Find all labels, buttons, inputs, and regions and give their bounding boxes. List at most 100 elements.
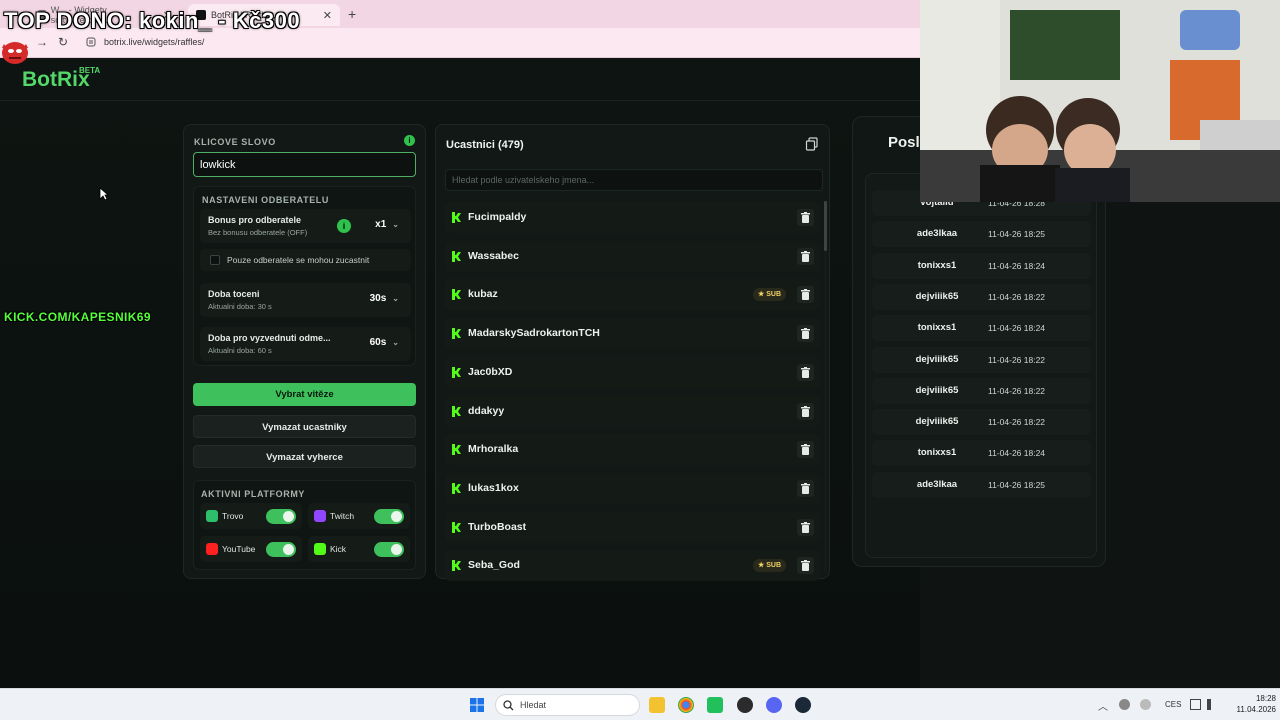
bonus-info-icon[interactable]: i bbox=[337, 219, 351, 233]
new-tab-button[interactable]: + bbox=[348, 6, 356, 22]
participant-row[interactable]: MadarskySadrokartonTCH bbox=[445, 318, 820, 350]
delete-participant-button[interactable] bbox=[797, 557, 814, 575]
delete-participant-button[interactable] bbox=[797, 518, 814, 536]
platform-kick: Kick bbox=[308, 536, 410, 562]
clock-time[interactable]: 18:28 bbox=[1232, 694, 1276, 703]
claim-time-select[interactable]: 60s ⌄ bbox=[370, 337, 399, 348]
participant-row[interactable]: Jac0bXD bbox=[445, 356, 820, 388]
trovo-toggle[interactable] bbox=[266, 509, 296, 524]
kick-toggle[interactable] bbox=[374, 542, 404, 557]
trash-icon bbox=[801, 482, 810, 494]
participant-row[interactable]: Wassabec bbox=[445, 240, 820, 272]
trash-icon bbox=[801, 560, 810, 572]
bonus-subtitle: Bez bonusu odberatele (OFF) bbox=[208, 228, 308, 237]
back-icon[interactable]: → bbox=[36, 35, 48, 49]
delete-participant-button[interactable] bbox=[797, 402, 814, 420]
sub-only-row: Pouze odberatele se mohou zucastnit bbox=[200, 249, 411, 271]
participant-name: Wassabec bbox=[468, 249, 519, 262]
taskbar-search[interactable]: Hledat bbox=[495, 694, 640, 716]
winners-title: Posl bbox=[888, 134, 920, 151]
trash-icon bbox=[801, 250, 810, 262]
trash-icon bbox=[801, 521, 810, 533]
winner-name: ade3lkaa bbox=[916, 228, 958, 240]
webcam-overlay bbox=[920, 0, 1280, 202]
delete-participant-button[interactable] bbox=[797, 325, 814, 343]
microphone-icon[interactable] bbox=[1140, 699, 1151, 710]
discord-icon[interactable] bbox=[766, 697, 782, 713]
participant-search-input[interactable] bbox=[445, 169, 823, 191]
trovo-icon bbox=[206, 510, 218, 522]
subscriber-settings-label: NASTAVENI ODBERATELU bbox=[202, 195, 330, 205]
participants-title: Ucastnici (479) bbox=[446, 139, 524, 151]
participant-scrollbar[interactable] bbox=[824, 201, 827, 573]
network-icon[interactable] bbox=[1190, 699, 1201, 710]
platform-label: Twitch bbox=[330, 511, 355, 521]
kick-icon bbox=[452, 212, 461, 223]
participant-name: Jac0bXD bbox=[468, 365, 513, 378]
tray-chevron-up-icon[interactable]: ︿ bbox=[1098, 698, 1108, 713]
spin-time-title: Doba toceni bbox=[208, 289, 260, 299]
copy-icon[interactable] bbox=[805, 137, 819, 151]
participant-row[interactable]: Seba_God ★ SUB bbox=[445, 550, 820, 582]
keyword-input[interactable] bbox=[193, 152, 416, 177]
kick-icon bbox=[452, 444, 461, 456]
participant-name: Fucimpaldy bbox=[468, 211, 527, 223]
youtube-toggle[interactable] bbox=[266, 542, 296, 557]
file-explorer-icon[interactable] bbox=[649, 697, 665, 713]
participant-row[interactable]: Fucimpaldy bbox=[445, 202, 820, 233]
delete-participant-button[interactable] bbox=[797, 209, 814, 226]
bonus-setting-row: Bonus pro odberatele Bez bonusu odberate… bbox=[200, 209, 411, 243]
chevron-down-icon: ⌄ bbox=[392, 220, 399, 229]
delete-participant-button[interactable] bbox=[797, 479, 814, 497]
raffle-settings-panel: KLICOVE SLOVO i NASTAVENI ODBERATELU Bon… bbox=[183, 124, 426, 579]
sub-badge: ★ SUB bbox=[753, 559, 786, 573]
participant-row[interactable]: kubaz ★ SUB bbox=[445, 279, 820, 311]
spin-time-select[interactable]: 30s ⌄ bbox=[370, 293, 399, 304]
participant-row[interactable]: Mrhoralka bbox=[445, 434, 820, 466]
botrix-app-icon[interactable] bbox=[707, 697, 723, 713]
tray-app-icon[interactable] bbox=[1119, 699, 1130, 710]
kick-icon bbox=[452, 328, 461, 340]
chrome-icon[interactable] bbox=[678, 697, 694, 713]
winner-row: dejviiik65 11-04-26 18:22 bbox=[872, 377, 1091, 404]
participant-row[interactable]: ddakyy bbox=[445, 395, 820, 427]
clock-date[interactable]: 11.04.2026 bbox=[1224, 705, 1276, 714]
taskbar-search-text: Hledat bbox=[520, 700, 547, 710]
steam-icon[interactable] bbox=[795, 697, 811, 713]
twitch-icon bbox=[314, 510, 326, 522]
site-info-icon[interactable] bbox=[86, 37, 96, 47]
obs-icon[interactable] bbox=[737, 697, 753, 713]
trash-icon bbox=[801, 289, 810, 301]
participant-name: kubaz bbox=[468, 288, 498, 301]
clear-participants-button[interactable]: Vymazat ucastniky bbox=[193, 415, 416, 438]
volume-icon[interactable] bbox=[1207, 699, 1218, 710]
participant-row[interactable]: TurboBoast bbox=[445, 511, 820, 543]
beta-badge: BETA bbox=[79, 66, 101, 75]
info-icon[interactable]: i bbox=[404, 135, 415, 146]
chevron-down-icon: ⌄ bbox=[392, 294, 399, 303]
bonus-value: x1 bbox=[375, 219, 387, 230]
windows-start-icon[interactable] bbox=[470, 698, 484, 712]
delete-participant-button[interactable] bbox=[797, 247, 814, 265]
winner-name: tonixxs1 bbox=[917, 259, 957, 271]
reload-icon[interactable]: ↻ bbox=[58, 35, 68, 49]
participant-name: ddakyy bbox=[468, 404, 505, 417]
delete-participant-button[interactable] bbox=[797, 363, 814, 381]
close-tab-icon[interactable]: ✕ bbox=[323, 9, 332, 22]
bonus-select[interactable]: x1 ⌄ bbox=[375, 219, 399, 230]
pick-winner-button[interactable]: Vybrat vitěze bbox=[193, 383, 416, 406]
sub-only-checkbox[interactable] bbox=[210, 255, 220, 265]
clear-winners-button[interactable]: Vymazat vyherce bbox=[193, 445, 416, 468]
language-indicator[interactable]: CES bbox=[1165, 700, 1181, 709]
delete-participant-button[interactable] bbox=[797, 441, 814, 459]
windows-taskbar: Hledat ︿ CES 18:28 11.04.2026 bbox=[0, 688, 1280, 720]
winner-time: 11-04-26 18:22 bbox=[988, 417, 1046, 428]
delete-participant-button[interactable] bbox=[797, 286, 814, 304]
winner-row: ade3lkaa 11-04-26 18:25 bbox=[872, 471, 1091, 498]
twitch-toggle[interactable] bbox=[374, 509, 404, 524]
url-field[interactable]: botrix.live/widgets/raffles/ bbox=[104, 37, 204, 47]
scrollbar-thumb[interactable] bbox=[824, 201, 827, 251]
active-platforms-label: AKTIVNI PLATFORMY bbox=[201, 489, 306, 499]
participant-row[interactable]: lukas1kox bbox=[445, 472, 820, 504]
platform-label: YouTube bbox=[222, 544, 256, 554]
